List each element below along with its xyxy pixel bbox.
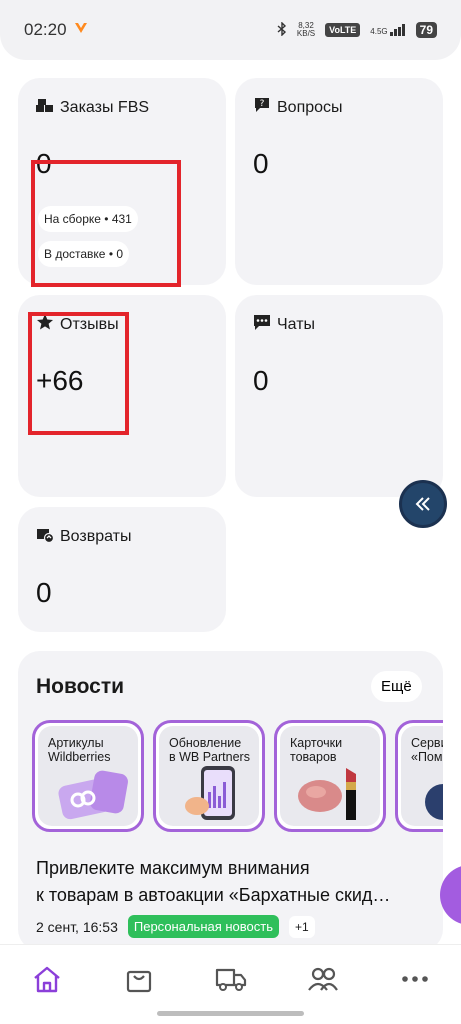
- news-tag-badge: Персональная новость: [127, 915, 280, 938]
- chats-card[interactable]: Чаты 0: [235, 295, 443, 497]
- truck-icon: [215, 968, 247, 991]
- question-bubble-icon: ?: [253, 96, 271, 119]
- battery-indicator: 79: [415, 22, 437, 38]
- service-art-icon: [425, 784, 443, 820]
- news-meta: 2 сент, 16:53 Персональная новость +1: [36, 915, 315, 938]
- collapse-fab-button[interactable]: [399, 480, 447, 528]
- more-icon: [402, 976, 428, 982]
- home-indicator[interactable]: [157, 1011, 304, 1016]
- questions-title: ? Вопросы: [253, 96, 343, 119]
- chats-value: 0: [253, 365, 269, 396]
- signal-group: 4.5G: [370, 24, 405, 36]
- story-item[interactable]: Артикулы Wildberries: [32, 720, 144, 832]
- questions-card[interactable]: ? Вопросы 0: [235, 78, 443, 285]
- status-bar: 02:20 8,32 KB/S VoLTE 4.5G 79: [0, 0, 461, 60]
- net-speed-unit: KB/S: [296, 29, 316, 38]
- volte-badge: VoLTE: [325, 23, 361, 37]
- status-left: 02:20: [24, 20, 89, 40]
- net-speed: 8,32 KB/S: [297, 22, 315, 38]
- news-more-button[interactable]: Ещё: [371, 671, 422, 702]
- news-headline[interactable]: Привлеките максимум внимания к товарам в…: [36, 855, 436, 909]
- double-chevron-left-icon: [415, 497, 430, 511]
- story-card: Серви «Пом: [401, 726, 443, 826]
- nav-delivery[interactable]: [215, 963, 247, 995]
- news-section: Новости Ещё Артикулы Wildberries Обновле…: [18, 651, 443, 951]
- story-label: Карточки товаров: [290, 736, 343, 764]
- news-headline-line1: Привлеките максимум внимания: [36, 858, 310, 878]
- status-right: 8,32 KB/S VoLTE 4.5G 79: [277, 20, 437, 39]
- story-label: Артикулы Wildberries: [48, 736, 111, 764]
- highlight-box-orders: [31, 160, 181, 287]
- app-notification-icon: [73, 21, 89, 40]
- chats-label: Чаты: [277, 315, 316, 333]
- home-icon: [34, 966, 60, 993]
- chats-title: Чаты: [253, 313, 315, 336]
- story-item[interactable]: Серви «Пом: [395, 720, 443, 832]
- news-date: 2 сент, 16:53: [36, 918, 118, 935]
- news-title: Новости: [36, 675, 125, 698]
- returns-title: Возвраты: [36, 525, 132, 548]
- nav-more[interactable]: [399, 963, 431, 995]
- returns-card[interactable]: Возвраты 0: [18, 507, 226, 632]
- status-time: 02:20: [24, 20, 67, 39]
- nav-bag[interactable]: [123, 963, 155, 995]
- edge-floating-button[interactable]: [440, 865, 461, 925]
- nav-home[interactable]: [31, 963, 63, 995]
- story-card: Обновление в WB Partners: [159, 726, 259, 826]
- return-box-icon: [36, 525, 55, 548]
- story-label: Серви «Пом: [411, 736, 443, 764]
- people-icon: [308, 967, 338, 991]
- story-label: Обновление в WB Partners: [169, 736, 250, 764]
- returns-label: Возвраты: [60, 527, 132, 545]
- orders-fbs-label: Заказы FBS: [60, 98, 150, 116]
- story-card: Карточки товаров: [280, 726, 380, 826]
- signal-icon: [389, 24, 405, 36]
- bluetooth-icon: [277, 20, 287, 39]
- story-item[interactable]: Обновление в WB Partners: [153, 720, 265, 832]
- story-card: Артикулы Wildberries: [38, 726, 138, 826]
- svg-text:?: ?: [260, 99, 265, 109]
- highlight-box-reviews: [28, 312, 129, 435]
- link-art-icon: [58, 770, 128, 820]
- returns-value: 0: [36, 577, 52, 608]
- orders-fbs-title: Заказы FBS: [36, 96, 149, 119]
- nav-community[interactable]: [307, 963, 339, 995]
- bag-icon: [126, 970, 152, 993]
- network-type: 4.5G: [370, 27, 388, 36]
- story-item[interactable]: Карточки товаров: [274, 720, 386, 832]
- phone-chart-art-icon: [185, 766, 235, 820]
- chat-icon: [253, 313, 271, 336]
- questions-label: Вопросы: [277, 98, 343, 116]
- boxes-icon: [36, 96, 54, 119]
- lipstick-art-icon: [298, 768, 356, 820]
- news-headline-line2: к товарам в автоакции «Бархатные скид…: [36, 885, 391, 905]
- news-tag-more-badge: +1: [289, 915, 315, 938]
- questions-value: 0: [253, 148, 269, 179]
